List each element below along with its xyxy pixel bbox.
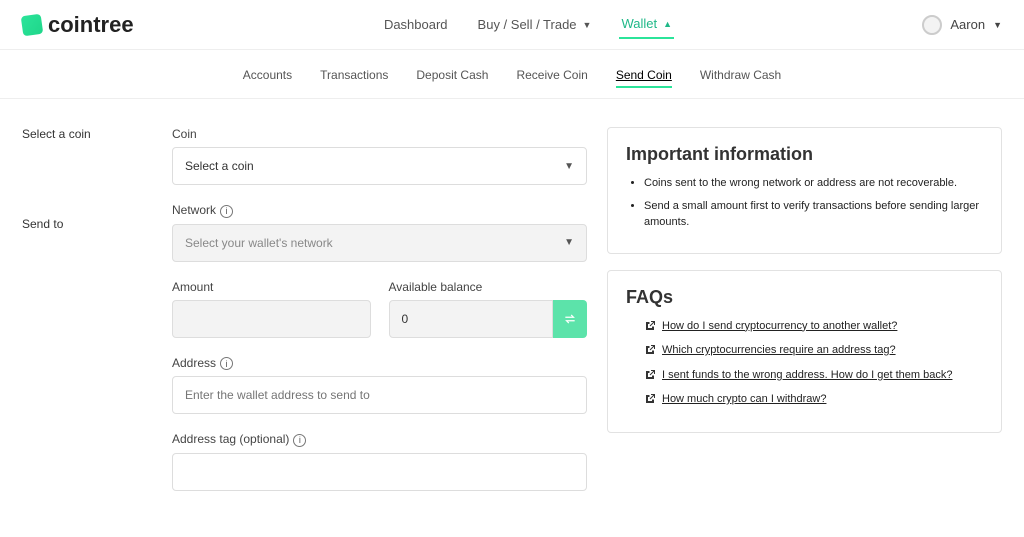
faq-link[interactable]: I sent funds to the wrong address. How d… xyxy=(662,367,952,384)
chevron-down-icon: ▼ xyxy=(583,20,592,30)
logo[interactable]: cointree xyxy=(22,12,134,38)
network-select[interactable]: Select your wallet's network ▼ xyxy=(172,224,587,262)
amount-field[interactable] xyxy=(185,301,358,337)
subnav-accounts[interactable]: Accounts xyxy=(243,64,292,88)
info-title: Important information xyxy=(626,144,983,165)
section-send-to: Send to xyxy=(22,217,162,231)
coin-label: Coin xyxy=(172,127,587,141)
info-icon[interactable]: i xyxy=(293,434,306,447)
main-nav: Dashboard Buy / Sell / Trade ▼ Wallet ▲ xyxy=(382,10,674,39)
faq-link[interactable]: How much crypto can I withdraw? xyxy=(662,391,826,408)
side-panels: Important information Coins sent to the … xyxy=(607,127,1002,509)
network-row: Networki Select your wallet's network ▼ xyxy=(172,203,587,262)
chevron-down-icon: ▼ xyxy=(564,237,574,248)
nav-dashboard[interactable]: Dashboard xyxy=(382,11,450,38)
logo-text: cointree xyxy=(48,12,134,38)
info-item: Coins sent to the wrong network or addre… xyxy=(644,175,983,192)
subnav-withdraw[interactable]: Withdraw Cash xyxy=(700,64,781,88)
amount-input[interactable] xyxy=(172,300,371,338)
user-menu[interactable]: Aaron ▼ xyxy=(922,15,1002,35)
swap-button[interactable] xyxy=(553,300,587,338)
form-fields: Coin Select a coin ▼ Networki Select you… xyxy=(172,127,587,509)
info-icon[interactable]: i xyxy=(220,357,233,370)
address-tag-row: Address tag (optional)i xyxy=(172,432,587,491)
coin-select[interactable]: Select a coin ▼ xyxy=(172,147,587,185)
coin-row: Coin Select a coin ▼ xyxy=(172,127,587,185)
subnav-send[interactable]: Send Coin xyxy=(616,64,672,88)
external-link-icon xyxy=(644,393,656,405)
external-link-icon xyxy=(644,320,656,332)
faq-title: FAQs xyxy=(626,287,983,308)
faq-link[interactable]: Which cryptocurrencies require an addres… xyxy=(662,342,896,359)
nav-trade-label: Buy / Sell / Trade xyxy=(478,17,577,32)
coin-select-text: Select a coin xyxy=(185,159,254,173)
network-label: Networki xyxy=(172,203,587,218)
subnav-deposit[interactable]: Deposit Cash xyxy=(416,64,488,88)
section-labels: Select a coin Send to xyxy=(22,127,162,509)
user-name: Aaron xyxy=(950,17,985,32)
faq-item: Which cryptocurrencies require an addres… xyxy=(644,342,983,359)
faq-list: How do I send cryptocurrency to another … xyxy=(626,318,983,408)
nav-wallet-label: Wallet xyxy=(621,16,657,31)
address-input-wrap xyxy=(172,376,587,414)
sub-nav: Accounts Transactions Deposit Cash Recei… xyxy=(0,50,1024,99)
address-input[interactable] xyxy=(185,377,574,413)
info-item: Send a small amount first to verify tran… xyxy=(644,198,983,231)
external-link-icon xyxy=(644,344,656,356)
info-panel: Important information Coins sent to the … xyxy=(607,127,1002,254)
faq-panel: FAQs How do I send cryptocurrency to ano… xyxy=(607,270,1002,433)
amount-row: Amount Available balance 0 xyxy=(172,280,587,338)
faq-link[interactable]: How do I send cryptocurrency to another … xyxy=(662,318,897,335)
address-tag-label: Address tag (optional)i xyxy=(172,432,587,447)
chevron-down-icon: ▼ xyxy=(993,20,1002,30)
amount-label: Amount xyxy=(172,280,371,294)
chevron-down-icon: ▼ xyxy=(564,161,574,172)
nav-wallet[interactable]: Wallet ▲ xyxy=(619,10,674,39)
faq-item: How much crypto can I withdraw? xyxy=(644,391,983,408)
faq-item: I sent funds to the wrong address. How d… xyxy=(644,367,983,384)
nav-trade[interactable]: Buy / Sell / Trade ▼ xyxy=(476,11,594,38)
logo-icon xyxy=(21,13,44,36)
swap-icon xyxy=(563,312,577,326)
info-list: Coins sent to the wrong network or addre… xyxy=(626,175,983,231)
section-select-coin: Select a coin xyxy=(22,127,162,141)
top-bar: cointree Dashboard Buy / Sell / Trade ▼ W… xyxy=(0,0,1024,50)
form-area: Select a coin Send to Coin Select a coin… xyxy=(22,127,587,509)
content: Select a coin Send to Coin Select a coin… xyxy=(0,99,1024,537)
nav-dashboard-label: Dashboard xyxy=(384,17,448,32)
avatar xyxy=(922,15,942,35)
available-value: 0 xyxy=(389,300,554,338)
info-icon[interactable]: i xyxy=(220,205,233,218)
address-tag-input[interactable] xyxy=(185,454,574,490)
network-select-text: Select your wallet's network xyxy=(185,236,333,250)
available-label: Available balance xyxy=(389,280,588,294)
address-tag-input-wrap xyxy=(172,453,587,491)
external-link-icon xyxy=(644,369,656,381)
address-label: Addressi xyxy=(172,356,587,371)
chevron-up-icon: ▲ xyxy=(663,19,672,29)
faq-item: How do I send cryptocurrency to another … xyxy=(644,318,983,335)
subnav-receive[interactable]: Receive Coin xyxy=(516,64,587,88)
address-row: Addressi xyxy=(172,356,587,415)
subnav-transactions[interactable]: Transactions xyxy=(320,64,388,88)
